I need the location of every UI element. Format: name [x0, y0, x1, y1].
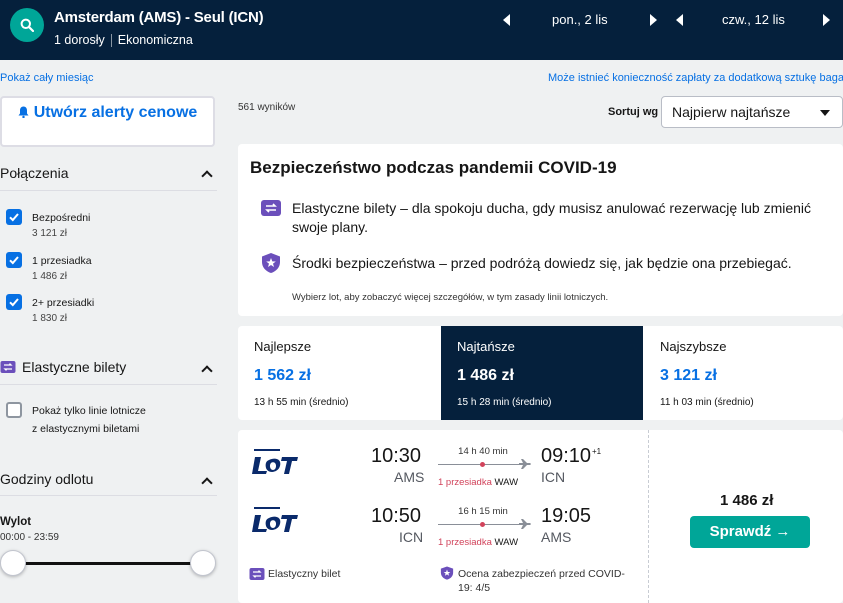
one-stop-label: 1 przesiadka [32, 255, 92, 267]
outbound-departure-code: AMS [394, 469, 425, 485]
prev-depart-date-icon[interactable] [503, 14, 510, 26]
time-slider-start-handle[interactable] [0, 550, 26, 576]
two-plus-stops-price: 1 830 zł [32, 313, 68, 324]
flexible-ticket-icon [249, 568, 265, 580]
direct-price: 3 121 zł [32, 228, 68, 239]
inbound-departure-code: ICN [399, 529, 424, 545]
flexible-ticket-tag: Elastyczny bilet [268, 568, 341, 580]
passengers-count: 1 dorosły [54, 33, 105, 47]
outbound-duration: 14 h 40 min [458, 446, 508, 457]
divider [0, 384, 217, 385]
alert-button-label: Utwórz alerty cenowe [33, 104, 198, 121]
tab-best-label: Najlepsze [254, 339, 312, 354]
tab-cheapest-label: Najtańsze [457, 339, 515, 354]
covid-safety-text: Środki bezpieczeństwa – przed podróżą do… [292, 255, 792, 271]
outbound-arrival-code: ICN [541, 469, 566, 485]
chevron-up-icon[interactable] [201, 365, 213, 377]
time-slider-track[interactable] [12, 562, 202, 565]
tab-best-duration: 13 h 55 min (średnio) [254, 397, 349, 408]
direct-label: Bezpośredni [32, 212, 91, 224]
prev-return-date-icon[interactable] [676, 14, 683, 26]
create-price-alert-button[interactable]: Utwórz alerty cenowe [0, 96, 215, 147]
stop-marker [480, 462, 485, 467]
inbound-route-line [438, 524, 520, 525]
inbound-arrival-time: 19:05 [541, 505, 592, 527]
cabin-class: Ekonomiczna [117, 33, 193, 47]
outbound-departure-time: 10:30 [371, 445, 422, 467]
flexible-ticket-icon [261, 200, 281, 216]
route-title[interactable]: Amsterdam (AMS) - Seul (ICN) [54, 9, 264, 26]
two-plus-stops-label: 2+ przesiadki [32, 297, 95, 309]
covid-safety-rating: Ocena zabezpieczeń przed COVID-19: 4/5 [458, 568, 625, 594]
lot-airline-logo [252, 507, 298, 532]
inbound-duration: 16 h 15 min [458, 506, 508, 517]
checkbox-direct[interactable] [6, 209, 22, 225]
time-slider-end-handle[interactable] [190, 550, 216, 576]
inbound-arrival-code: AMS [541, 529, 572, 545]
flexible-only-label-line1: Pokaż tylko linie lotnicze [32, 405, 146, 417]
checkbox-one-stop[interactable] [6, 252, 22, 268]
trip-details[interactable]: 1 dorosły Ekonomiczna [54, 33, 193, 47]
covid-info-card: Bezpieczeństwo podczas pandemii COVID-19… [238, 144, 843, 316]
tab-cheapest-duration: 15 h 28 min (średnio) [457, 397, 552, 408]
tab-best-price: 1 562 zł [254, 367, 311, 384]
show-month-link[interactable]: Pokaż cały miesiąc [0, 72, 94, 84]
bell-icon [18, 106, 29, 118]
one-stop-price: 1 486 zł [32, 271, 68, 282]
next-return-date-icon[interactable] [823, 14, 830, 26]
outbound-stops: 1 przesiadka WAW [438, 477, 519, 488]
covid-title: Bezpieczeństwo podczas pandemii COVID-19 [250, 158, 617, 177]
check-deal-button[interactable]: Sprawdź → [690, 516, 810, 548]
covid-flexible-text: Elastyczne bilety – dla spokoju ducha, g… [292, 200, 812, 235]
outbound-time-label: Wylot [0, 516, 32, 528]
flight-result-card[interactable]: 10:30 AMS 14 h 40 min 1 przesiadka WAW 0… [238, 430, 843, 603]
checkbox-flexible-only[interactable] [6, 402, 22, 418]
tab-fastest-label: Najszybsze [660, 339, 727, 354]
sort-selected-value: Najpierw najtańsze [672, 104, 791, 120]
flexible-tickets-title: Elastyczne bilety [22, 359, 127, 375]
tab-cheapest-price: 1 486 zł [457, 367, 514, 384]
shield-icon [262, 253, 280, 273]
divider [0, 190, 217, 191]
baggage-fee-link[interactable]: Może istnieć konieczność zapłaty za doda… [548, 72, 843, 84]
flexible-only-label-line2: z elastycznymi biletami [32, 423, 140, 435]
lot-airline-logo [252, 449, 298, 474]
plane-icon [519, 459, 531, 469]
divider [110, 33, 112, 47]
plane-icon [519, 519, 531, 529]
next-depart-date-icon[interactable] [650, 14, 657, 26]
search-icon[interactable] [10, 8, 44, 42]
sort-tabs: Najlepsze 1 562 zł 13 h 55 min (średnio)… [238, 326, 843, 420]
chevron-down-icon [820, 110, 830, 116]
covid-note: Wybierz lot, aby zobaczyć więcej szczegó… [292, 292, 609, 303]
inbound-departure-time: 10:50 [371, 505, 422, 527]
sort-label: Sortuj wg [608, 106, 659, 118]
tab-best[interactable]: Najlepsze 1 562 zł 13 h 55 min (średnio) [238, 326, 440, 420]
divider [0, 495, 217, 496]
results-count: 561 wyników [238, 102, 296, 113]
search-header: Amsterdam (AMS) - Seul (ICN) 1 dorosły E… [0, 0, 843, 60]
sort-select[interactable]: Najpierw najtańsze [661, 96, 843, 128]
connections-title: Połączenia [0, 165, 69, 181]
tab-fastest-price: 3 121 zł [660, 367, 717, 384]
outbound-arrival-time: 09:10 [541, 445, 592, 467]
day-offset: +1 [592, 447, 602, 456]
time-range-value: 00:00 - 23:59 [0, 532, 59, 543]
return-date[interactable]: czw., 12 lis [722, 12, 785, 30]
shield-icon [440, 566, 454, 580]
departure-times-title: Godziny odlotu [0, 471, 94, 487]
stop-marker [480, 522, 485, 527]
chevron-up-icon[interactable] [201, 477, 213, 489]
outbound-route-line [438, 464, 520, 465]
depart-date[interactable]: pon., 2 lis [552, 12, 608, 30]
flexible-ticket-icon [0, 361, 16, 373]
checkbox-two-plus-stops[interactable] [6, 294, 22, 310]
result-price: 1 486 zł [720, 492, 774, 509]
inbound-stops: 1 przesiadka WAW [438, 537, 519, 548]
chevron-up-icon[interactable] [201, 170, 213, 182]
divider [648, 430, 649, 603]
tab-fastest-duration: 11 h 03 min (średnio) [660, 397, 754, 408]
tab-cheapest[interactable]: Najtańsze 1 486 zł 15 h 28 min (średnio) [441, 326, 643, 420]
tab-fastest[interactable]: Najszybsze 3 121 zł 11 h 03 min (średnio… [644, 326, 843, 420]
